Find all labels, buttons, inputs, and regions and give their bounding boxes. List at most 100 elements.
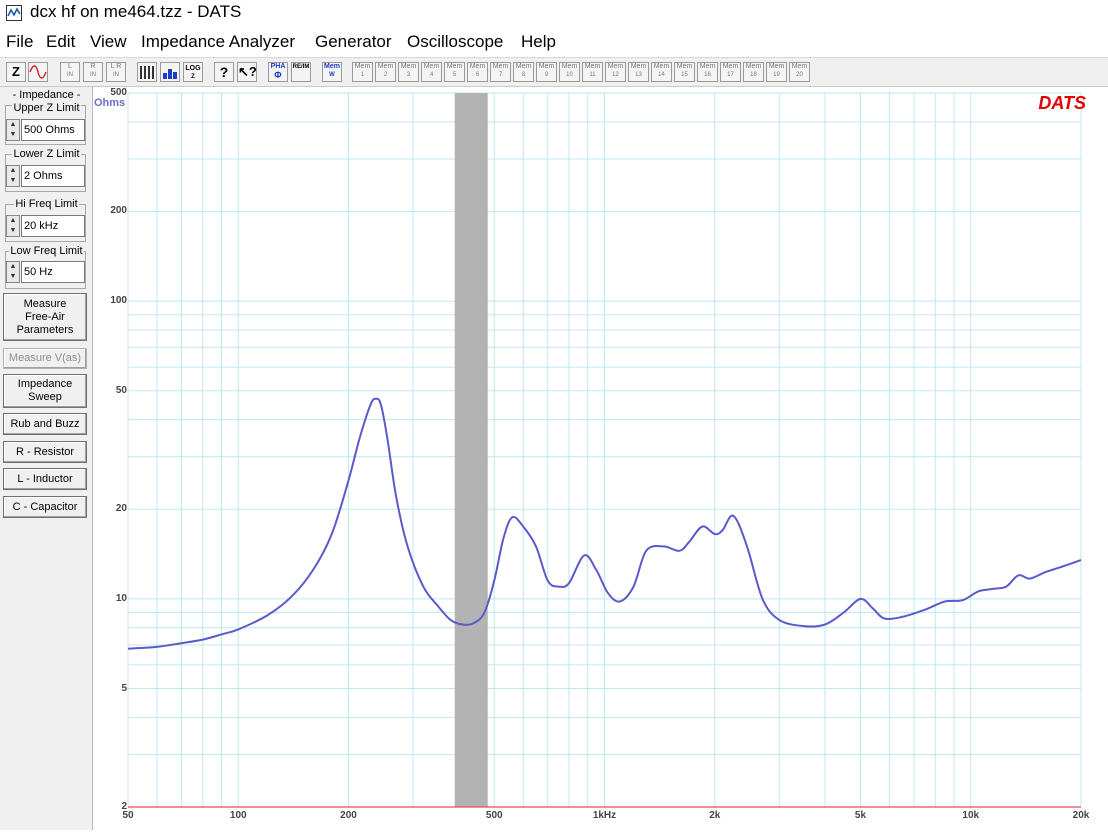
- memory-slot-11[interactable]: Mem 11: [582, 62, 603, 82]
- low-freq-spinner[interactable]: ▲ ▼: [6, 261, 20, 283]
- memory-slot-number: 20: [796, 72, 803, 78]
- memory-slot-label: Mem: [561, 63, 578, 70]
- memory-slot-number: 6: [475, 72, 480, 78]
- menu-edit[interactable]: Edit: [46, 31, 75, 53]
- memory-slot-label: Mem: [630, 63, 647, 70]
- y-tick-label: 500: [110, 87, 127, 98]
- memory-slot-label: Mem: [584, 63, 601, 70]
- memory-slot-19[interactable]: Mem 19: [766, 62, 787, 82]
- context-help-button[interactable]: ↖?: [237, 62, 257, 82]
- y-tick-label: 200: [110, 205, 127, 217]
- x-tick-label: 10k: [962, 810, 980, 821]
- menu-oscilloscope[interactable]: Oscilloscope: [407, 31, 503, 53]
- app-icon: [6, 5, 22, 21]
- left-in-label-bottom: IN: [67, 72, 73, 78]
- lower-z-field[interactable]: 2 Ohms: [21, 165, 85, 187]
- memory-slot-15[interactable]: Mem 15: [674, 62, 695, 82]
- memory-slot-number: 18: [750, 72, 757, 78]
- memory-slot-number: 8: [521, 72, 526, 78]
- memory-slot-8[interactable]: Mem 8: [513, 62, 534, 82]
- log-z-label: Z: [191, 74, 195, 80]
- memory-slot-1[interactable]: Mem 1: [352, 62, 373, 82]
- w-label: W: [329, 72, 335, 78]
- menu-bar: File Edit View Impedance Analyzer Genera…: [0, 31, 1108, 53]
- upper-z-field[interactable]: 500 Ohms: [21, 119, 85, 141]
- memory-slot-6[interactable]: Mem 6: [467, 62, 488, 82]
- help-button[interactable]: ?: [214, 62, 234, 82]
- log-scale-button[interactable]: LOG Z: [183, 62, 203, 82]
- hi-freq-spinner[interactable]: ▲ ▼: [6, 215, 20, 237]
- memory-slot-label: Mem: [791, 63, 808, 70]
- left-in-button[interactable]: L IN: [60, 62, 80, 82]
- memory-slot-label: Mem: [768, 63, 785, 70]
- memory-slot-16[interactable]: Mem 16: [697, 62, 718, 82]
- memory-slot-4[interactable]: Mem 4: [421, 62, 442, 82]
- toolbar: Z L IN R IN L R IN LOG Z ? ↖? PHA Φ RE/IM Mem…: [0, 57, 1108, 87]
- re-im-label: RE/IM: [292, 64, 310, 70]
- menu-view[interactable]: View: [90, 31, 127, 53]
- left-panel: - Impedance - Upper Z Limit ▲ ▼ 500 Ohms …: [0, 87, 93, 830]
- memory-slot-3[interactable]: Mem 3: [398, 62, 419, 82]
- right-in-label-top: R: [90, 63, 96, 70]
- y-tick-label: 100: [110, 295, 127, 307]
- x-tick-label: 200: [340, 810, 357, 821]
- sine-wave-button[interactable]: [28, 62, 48, 82]
- resistor-button[interactable]: R - Resistor: [3, 441, 87, 463]
- memory-slot-10[interactable]: Mem 10: [559, 62, 580, 82]
- upper-z-spinner[interactable]: ▲ ▼: [6, 119, 20, 141]
- impedance-mode-label: Z: [12, 64, 20, 79]
- pointer-help-icon: ↖?: [238, 64, 257, 79]
- right-in-button[interactable]: R IN: [83, 62, 103, 82]
- x-tick-label: 50: [122, 810, 134, 821]
- bars-button[interactable]: [137, 62, 157, 82]
- measure-vas-button[interactable]: Measure V(as): [3, 348, 87, 369]
- bar-graph-button[interactable]: [160, 62, 180, 82]
- low-freq-field[interactable]: 50 Hz: [21, 261, 85, 283]
- memory-slot-2[interactable]: Mem 2: [375, 62, 396, 82]
- memory-slot-number: 1: [360, 72, 365, 78]
- memory-slot-label: Mem: [653, 63, 670, 70]
- memory-slot-number: 13: [635, 72, 642, 78]
- memory-slot-5[interactable]: Mem 5: [444, 62, 465, 82]
- y-tick-label: 50: [115, 384, 127, 396]
- impedance-chart[interactable]: Ohms DATS 500 200 100 50 20 10 5 2 50 100 200 500 1k…: [93, 87, 1108, 830]
- menu-impedance-analyzer[interactable]: Impedance Analyzer: [141, 31, 295, 53]
- lr-in-button[interactable]: L R IN: [106, 62, 126, 82]
- impedance-sweep-button[interactable]: Impedance Sweep: [3, 374, 87, 408]
- memory-slot-number: 2: [383, 72, 388, 78]
- memory-slot-18[interactable]: Mem 18: [743, 62, 764, 82]
- question-icon: ?: [219, 64, 229, 80]
- rub-and-buzz-button[interactable]: Rub and Buzz: [3, 413, 87, 435]
- impedance-chart-svg: [127, 92, 1082, 808]
- memory-write-label: Mem: [324, 63, 340, 70]
- memory-slot-14[interactable]: Mem 14: [651, 62, 672, 82]
- y-tick-label: 10: [115, 592, 127, 604]
- hi-freq-field[interactable]: 20 kHz: [21, 215, 85, 237]
- memory-slot-number: 10: [566, 72, 573, 78]
- re-im-button[interactable]: RE/IM: [291, 62, 311, 82]
- memory-slot-label: Mem: [745, 63, 762, 70]
- memory-slot-label: Mem: [469, 63, 486, 70]
- inductor-button[interactable]: L - Inductor: [3, 468, 87, 490]
- x-tick-label: 2k: [709, 810, 721, 821]
- memory-slot-13[interactable]: Mem 13: [628, 62, 649, 82]
- memory-slot-9[interactable]: Mem 9: [536, 62, 557, 82]
- memory-slot-17[interactable]: Mem 17: [720, 62, 741, 82]
- phase-button[interactable]: PHA Φ: [268, 62, 288, 82]
- measure-free-air-button[interactable]: Measure Free-Air Parameters: [3, 293, 87, 341]
- upper-z-label: Upper Z Limit: [12, 102, 81, 114]
- lower-z-spinner[interactable]: ▲ ▼: [6, 165, 20, 187]
- menu-help[interactable]: Help: [521, 31, 556, 53]
- impedance-mode-button[interactable]: Z: [6, 62, 26, 82]
- menu-generator[interactable]: Generator: [315, 31, 392, 53]
- memory-write-button[interactable]: Mem W: [322, 62, 342, 82]
- unit-label: Ohms: [94, 97, 126, 109]
- memory-slot-12[interactable]: Mem 12: [605, 62, 626, 82]
- memory-slot-7[interactable]: Mem 7: [490, 62, 511, 82]
- capacitor-button[interactable]: C - Capacitor: [3, 496, 87, 518]
- menu-file[interactable]: File: [6, 31, 33, 53]
- x-tick-label: 20k: [1072, 810, 1090, 821]
- memory-slot-20[interactable]: Mem 20: [789, 62, 810, 82]
- lr-in-label-top: L R: [110, 63, 122, 70]
- vertical-bars-icon: [140, 66, 154, 79]
